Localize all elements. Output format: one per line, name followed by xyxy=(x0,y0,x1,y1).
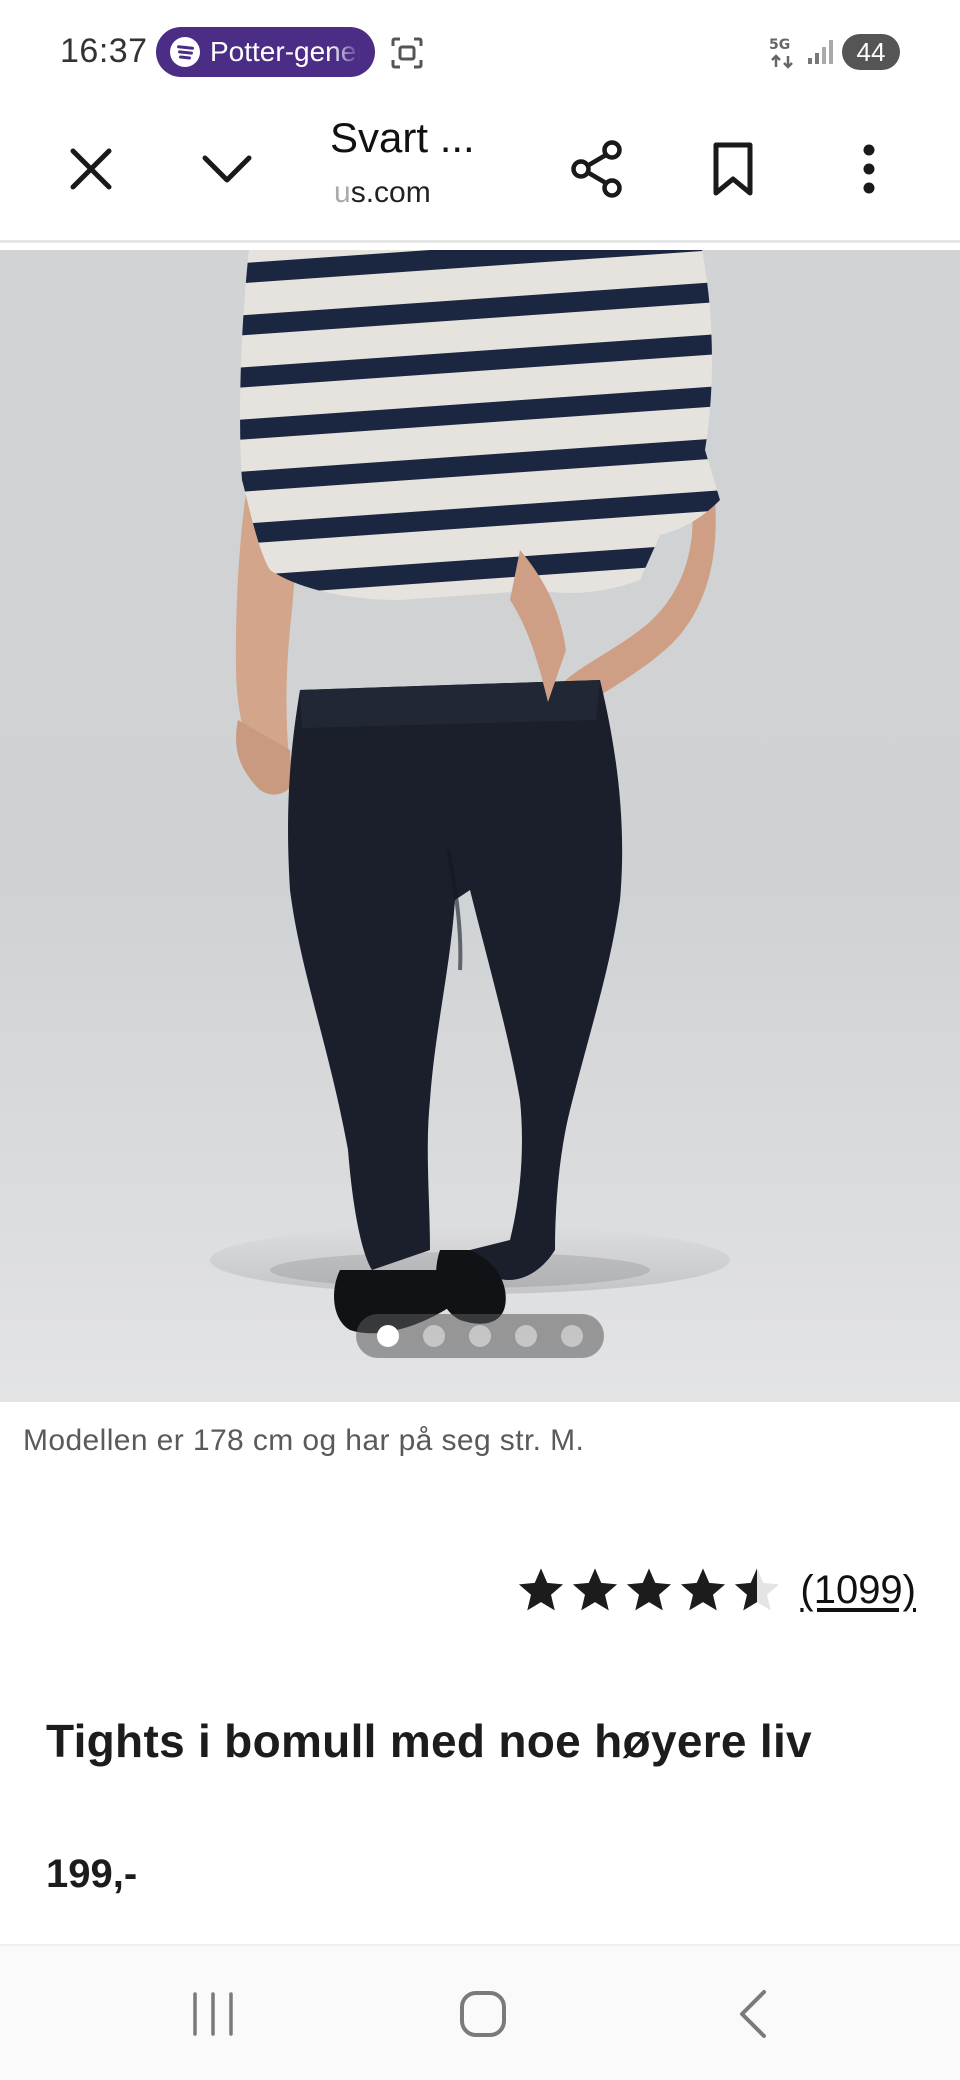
media-title: Potter-generasjonen xyxy=(210,36,360,67)
star-filled-icon xyxy=(573,1568,618,1611)
battery-indicator: 44 xyxy=(842,34,900,70)
rating-stars xyxy=(516,1565,782,1615)
share-icon xyxy=(571,140,622,198)
bookmark-icon xyxy=(713,142,753,196)
media-playback-pill[interactable]: Potter-generasjonen xyxy=(156,27,375,77)
share-button[interactable] xyxy=(562,134,632,204)
home-icon xyxy=(460,1991,506,2037)
gallery-dot-4[interactable] xyxy=(515,1325,537,1347)
gallery-dot-5[interactable] xyxy=(561,1325,583,1347)
gallery-dot-3[interactable] xyxy=(469,1325,491,1347)
product-image-gallery[interactable] xyxy=(0,250,960,1402)
star-half-icon xyxy=(735,1568,780,1611)
more-options-button[interactable] xyxy=(834,134,904,204)
back-icon xyxy=(740,1990,766,2038)
top-bar-divider xyxy=(0,240,960,243)
system-navigation-bar xyxy=(0,1944,960,2080)
url-text: s.com xyxy=(350,176,431,209)
home-button[interactable] xyxy=(438,1976,528,2052)
network-label: 5G xyxy=(769,37,790,53)
bookmark-button[interactable] xyxy=(698,134,768,204)
screenshot-icon xyxy=(391,37,423,69)
gallery-pagination xyxy=(356,1314,604,1358)
gallery-dot-2[interactable] xyxy=(423,1325,445,1347)
close-button[interactable] xyxy=(56,134,126,204)
page-title: Svart ... xyxy=(330,114,475,161)
recent-apps-icon xyxy=(193,1992,233,2036)
gallery-dot-1[interactable] xyxy=(377,1325,399,1347)
spotify-icon xyxy=(170,37,200,67)
product-price: 199,- xyxy=(46,1852,138,1896)
more-vertical-icon xyxy=(863,144,875,194)
product-rating[interactable]: (1099) xyxy=(516,1562,916,1618)
star-filled-icon xyxy=(519,1568,564,1611)
product-photo xyxy=(210,250,730,1334)
model-size-caption: Modellen er 178 cm og har på seg str. M. xyxy=(23,1424,585,1457)
collapse-button[interactable] xyxy=(192,134,262,204)
star-filled-icon xyxy=(627,1568,672,1611)
close-icon xyxy=(70,148,112,190)
signal-strength-icon xyxy=(808,40,833,64)
product-title: Tights i bomull med noe høyere liv xyxy=(46,1715,812,1767)
star-filled-icon xyxy=(681,1568,726,1611)
network-5g-icon: 5G xyxy=(769,37,793,69)
chevron-down-icon xyxy=(202,155,252,183)
status-bar: 16:37 Potter-generasjonen 5G 44 xyxy=(0,0,960,100)
recent-apps-button[interactable] xyxy=(168,1976,258,2052)
page-url: us.com xyxy=(334,176,431,210)
review-count-link[interactable]: (1099) xyxy=(800,1568,916,1613)
back-button[interactable] xyxy=(708,1976,798,2052)
status-time: 16:37 xyxy=(60,32,148,70)
browser-top-bar: Svart ... us.com xyxy=(0,100,960,243)
url-faded: u xyxy=(334,176,351,209)
